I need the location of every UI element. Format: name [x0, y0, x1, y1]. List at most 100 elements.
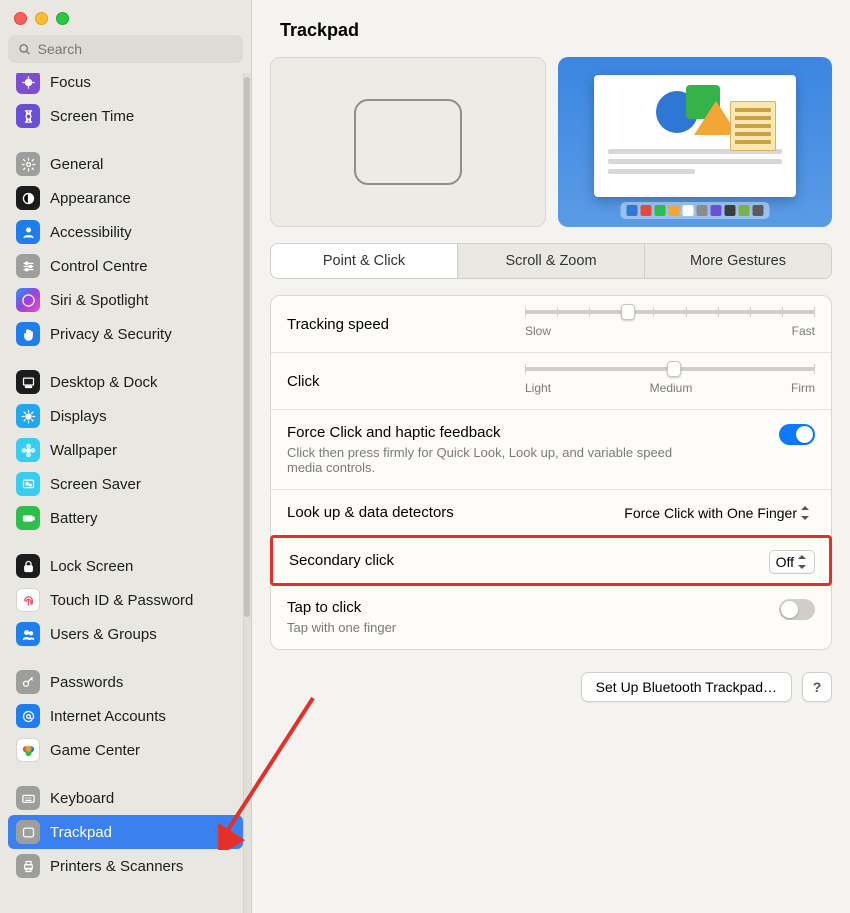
trackpad-preview	[270, 57, 546, 227]
sidebar-item-label: Privacy & Security	[50, 326, 172, 343]
sidebar-item-label: Users & Groups	[50, 626, 157, 643]
sidebar-item-label: Displays	[50, 408, 107, 425]
secondary-click-highlight: Secondary click Off	[270, 535, 832, 586]
siri-icon	[16, 288, 40, 312]
person-icon	[16, 220, 40, 244]
sidebar-item-general[interactable]: General	[8, 147, 243, 181]
tap-to-click-sub: Tap with one finger	[287, 620, 707, 635]
lookup-label: Look up & data detectors	[287, 504, 454, 521]
sidebar-item-label: Touch ID & Password	[50, 592, 193, 609]
sidebar-item-users-groups[interactable]: Users & Groups	[8, 617, 243, 651]
tab-point-click[interactable]: Point & Click	[271, 244, 458, 278]
page-title: Trackpad	[252, 0, 850, 57]
sidebar-item-keyboard[interactable]: Keyboard	[8, 781, 243, 815]
zoom-window-icon[interactable]	[56, 12, 69, 25]
sun-icon	[16, 404, 40, 428]
tap-to-click-row: Tap to click Tap with one finger	[271, 585, 831, 649]
trackpad-icon	[354, 99, 462, 185]
sidebar-item-screen-saver[interactable]: Screen Saver	[8, 467, 243, 501]
key-icon	[16, 670, 40, 694]
close-window-icon[interactable]	[14, 12, 27, 25]
sidebar-item-focus[interactable]: Focus	[8, 73, 243, 99]
force-click-sub: Click then press firmly for Quick Look, …	[287, 445, 707, 475]
preview-row	[252, 57, 850, 237]
chevron-updown-icon	[798, 555, 808, 569]
battery-icon	[16, 506, 40, 530]
chevron-updown-icon	[801, 506, 811, 520]
users-icon	[16, 622, 40, 646]
sidebar-item-label: Accessibility	[50, 224, 132, 241]
sidebar-item-label: Desktop & Dock	[50, 374, 158, 391]
sidebar: Focus Screen Time General Appearance Accessi…	[0, 0, 252, 913]
tracking-speed-label: Tracking speed	[287, 316, 389, 333]
sidebar-item-accessibility[interactable]: Accessibility	[8, 215, 243, 249]
trackpad-icon	[16, 820, 40, 844]
sidebar-item-label: Control Centre	[50, 258, 148, 275]
sidebar-item-label: Game Center	[50, 742, 140, 759]
sidebar-item-desktop-dock[interactable]: Desktop & Dock	[8, 365, 243, 399]
sidebar-item-privacy-security[interactable]: Privacy & Security	[8, 317, 243, 351]
lock-icon	[16, 554, 40, 578]
sidebar-item-game-center[interactable]: Game Center	[8, 733, 243, 767]
search-input[interactable]	[38, 41, 233, 57]
sidebar-item-label: Wallpaper	[50, 442, 117, 459]
sidebar-item-label: Appearance	[50, 190, 131, 207]
tap-to-click-label: Tap to click	[287, 599, 815, 616]
fingerprint-icon	[16, 588, 40, 612]
screensaver-icon	[16, 472, 40, 496]
minimize-window-icon[interactable]	[35, 12, 48, 25]
flower-icon	[16, 438, 40, 462]
sidebar-item-label: Battery	[50, 510, 98, 527]
settings-panel: Tracking speed Slow Fast Click	[270, 295, 832, 650]
sidebar-item-siri-spotlight[interactable]: Siri & Spotlight	[8, 283, 243, 317]
hand-icon	[16, 322, 40, 346]
sidebar-item-trackpad[interactable]: Trackpad	[8, 815, 243, 849]
printer-icon	[16, 854, 40, 878]
tracking-speed-row: Tracking speed Slow Fast	[271, 296, 831, 353]
tab-scroll-zoom[interactable]: Scroll & Zoom	[458, 244, 645, 278]
lookup-row: Look up & data detectors Force Click wit…	[271, 490, 831, 536]
secondary-click-popup[interactable]: Off	[769, 550, 815, 574]
footer-buttons: Set Up Bluetooth Trackpad… ?	[252, 650, 850, 702]
desktop-preview	[558, 57, 832, 227]
sidebar-item-label: Screen Time	[50, 108, 134, 125]
tracking-speed-slider[interactable]: Slow Fast	[525, 310, 815, 338]
click-row: Click Light Medium Firm	[271, 353, 831, 410]
secondary-click-label: Secondary click	[289, 552, 394, 569]
click-slider[interactable]: Light Medium Firm	[525, 367, 815, 395]
sidebar-item-label: Printers & Scanners	[50, 858, 183, 875]
focus-icon	[16, 73, 40, 94]
lookup-popup[interactable]: Force Click with One Finger	[618, 502, 817, 524]
sidebar-item-battery[interactable]: Battery	[8, 501, 243, 535]
sidebar-scrollbar[interactable]	[243, 73, 251, 913]
force-click-label: Force Click and haptic feedback	[287, 424, 815, 441]
force-click-toggle[interactable]	[779, 424, 815, 445]
gamecenter-icon	[16, 738, 40, 762]
tab-more-gestures[interactable]: More Gestures	[645, 244, 831, 278]
sidebar-item-touch-id-password[interactable]: Touch ID & Password	[8, 583, 243, 617]
help-button[interactable]: ?	[802, 672, 832, 702]
sidebar-item-label: Keyboard	[50, 790, 114, 807]
sliders-icon	[16, 254, 40, 278]
sidebar-item-internet-accounts[interactable]: Internet Accounts	[8, 699, 243, 733]
sidebar-item-control-centre[interactable]: Control Centre	[8, 249, 243, 283]
sidebar-item-screen-time[interactable]: Screen Time	[8, 99, 243, 133]
search-field[interactable]	[8, 35, 243, 63]
sidebar-item-label: Internet Accounts	[50, 708, 166, 725]
sidebar-item-label: Screen Saver	[50, 476, 141, 493]
search-icon	[18, 42, 32, 57]
tap-to-click-toggle[interactable]	[779, 599, 815, 620]
window-controls	[0, 0, 251, 35]
sidebar-item-printers-scanners[interactable]: Printers & Scanners	[8, 849, 243, 883]
sidebar-item-passwords[interactable]: Passwords	[8, 665, 243, 699]
sidebar-item-displays[interactable]: Displays	[8, 399, 243, 433]
sidebar-item-lock-screen[interactable]: Lock Screen	[8, 549, 243, 583]
sidebar-item-appearance[interactable]: Appearance	[8, 181, 243, 215]
keyboard-icon	[16, 786, 40, 810]
sidebar-item-wallpaper[interactable]: Wallpaper	[8, 433, 243, 467]
setup-bluetooth-button[interactable]: Set Up Bluetooth Trackpad…	[581, 672, 792, 702]
tab-bar: Point & ClickScroll & ZoomMore Gestures	[270, 243, 832, 279]
sidebar-item-label: Lock Screen	[50, 558, 133, 575]
sidebar-item-label: Focus	[50, 74, 91, 91]
dock-icon	[16, 370, 40, 394]
